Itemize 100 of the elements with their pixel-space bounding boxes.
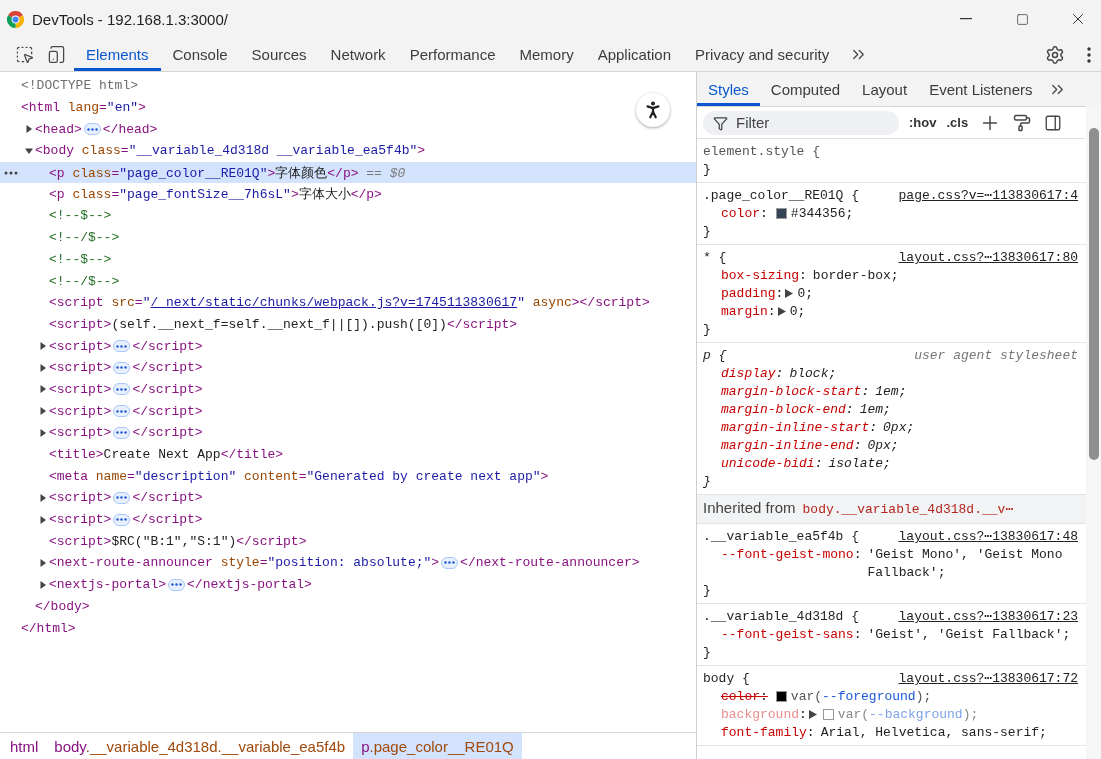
collapsed-content-button[interactable] <box>441 556 459 569</box>
color-swatch[interactable] <box>775 691 787 702</box>
closing-brace: } <box>703 644 712 662</box>
disclosure-triangle-icon[interactable] <box>38 406 48 417</box>
panel-tab[interactable]: Memory <box>507 38 586 71</box>
source-link[interactable]: layout.css?⋯13830617:48 <box>898 528 1078 546</box>
sidebar-tab[interactable]: Layout <box>851 72 919 106</box>
css-property: margin-block-end: <box>721 401 854 419</box>
disclosure-triangle-icon[interactable] <box>38 579 48 590</box>
css-value: 'Geist Mono', 'Geist Mono Fallback'; <box>867 546 1064 582</box>
dom-node-text: <script> <box>49 403 112 419</box>
scrollbar[interactable] <box>1086 106 1101 759</box>
filter-icon <box>713 115 728 131</box>
collapsed-content-button[interactable] <box>113 513 131 526</box>
sidebar-tab[interactable]: Computed <box>759 72 852 106</box>
sidebar-tab[interactable]: Styles <box>697 72 760 106</box>
dom-node-text: <!--$--> <box>49 251 112 267</box>
filter-field[interactable]: Filter <box>703 110 899 135</box>
css-selector: * { <box>703 249 727 267</box>
panel-tab[interactable]: Privacy and security <box>683 38 842 71</box>
css-selector: element.style { <box>703 143 821 161</box>
panel-tab[interactable]: Sources <box>239 38 319 71</box>
css-value: 0px; <box>867 437 900 455</box>
css-property: box-sizing: <box>721 267 807 285</box>
panel-tab[interactable]: Elements <box>74 38 161 71</box>
dom-node-text: <script> <box>49 338 112 354</box>
stylesheet-origin: user agent stylesheet <box>914 347 1078 365</box>
css-property: --font-geist-mono: <box>721 546 862 564</box>
breadcrumb[interactable]: p.page_color__RE01Q <box>353 733 522 759</box>
css-value: border-box; <box>812 267 900 285</box>
closing-tag: </body> <box>35 598 90 614</box>
closing-tag: </next-route-announcer> <box>460 555 640 571</box>
css-property: margin: <box>721 303 776 321</box>
dom-node-text: <meta name="description" content="Generated by create next app"> <box>49 468 549 484</box>
panel-tab[interactable]: Performance <box>397 38 508 71</box>
closing-brace: } <box>703 473 712 491</box>
breadcrumb[interactable]: body.__variable_4d318d.__variable_ea5f4b <box>46 733 354 759</box>
minimize-icon <box>960 18 972 20</box>
disclosure-triangle-icon[interactable] <box>38 557 48 568</box>
color-swatch[interactable] <box>822 709 834 720</box>
closing-brace: } <box>703 161 712 179</box>
css-value: isolate; <box>828 455 892 473</box>
dom-node-text: <script> <box>49 490 112 506</box>
closing-tag: </script> <box>132 360 203 376</box>
color-swatch[interactable] <box>775 208 787 219</box>
collapsed-content-button[interactable] <box>113 405 131 418</box>
source-link[interactable]: layout.css?⋯13830617:72 <box>898 670 1078 688</box>
css-property: color: <box>721 688 768 706</box>
css-value: 0px; <box>883 419 916 437</box>
dom-node-text: <script> <box>49 360 112 376</box>
collapsed-content-button[interactable] <box>113 491 131 504</box>
selected-node-row[interactable]: <p class="page_color__RE01Q">字体颜色</p> == $0 <box>0 161 696 184</box>
settings-icon <box>1045 44 1065 65</box>
collapsed-content-button[interactable] <box>113 361 131 374</box>
ellipsis-icon <box>86 127 98 131</box>
panel-tab[interactable]: Console <box>160 38 240 71</box>
script-src-link[interactable]: /_next/static/chunks/webpack.js?v=1745113830617 <box>150 295 518 311</box>
more-dots-icon[interactable] <box>4 170 18 175</box>
dom-node-text: <head> <box>35 121 82 137</box>
sidebar-tab[interactable]: Event Listeners <box>918 72 1044 106</box>
disclosure-triangle-icon[interactable] <box>38 492 48 503</box>
disclosure-triangle-icon[interactable] <box>24 124 34 135</box>
closing-tag: </script> <box>132 490 203 506</box>
state-toggle-button[interactable]: .cls <box>942 115 973 130</box>
dom-node-text: <script src="/_next/static/chunks/webpack.js?v=1745113830617" async></script> <box>49 295 650 311</box>
inherited-node-link[interactable]: body.__variable_4d318d.__v⋯ <box>802 501 1014 519</box>
collapsed-content-button[interactable] <box>113 340 131 353</box>
dom-node-text: <!--/$--> <box>49 273 120 289</box>
source-link[interactable]: layout.css?⋯13830617:80 <box>898 249 1078 267</box>
css-property: margin-inline-end: <box>721 437 862 455</box>
disclosure-triangle-icon[interactable] <box>38 362 48 373</box>
collapsed-content-button[interactable] <box>113 383 131 396</box>
expand-arrow-icon[interactable] <box>777 307 786 316</box>
collapsed-content-button[interactable] <box>168 578 186 591</box>
expand-arrow-icon[interactable] <box>785 289 794 298</box>
disclosure-triangle-icon[interactable] <box>38 384 48 395</box>
ellipsis-icon <box>116 409 128 413</box>
css-value: 0; <box>797 285 815 303</box>
source-link[interactable]: page.css?v=⋯113830617:4 <box>898 187 1078 205</box>
ellipsis-icon <box>116 387 128 391</box>
disclosure-triangle-icon[interactable] <box>38 514 48 525</box>
disclosure-triangle-icon[interactable] <box>38 427 48 438</box>
breadcrumb[interactable]: html <box>2 733 47 759</box>
expand-arrow-icon[interactable] <box>808 710 817 719</box>
disclosure-triangle-icon[interactable] <box>38 341 48 352</box>
css-selector: p { <box>703 347 727 365</box>
collapsed-content-button[interactable] <box>83 123 101 136</box>
closing-tag: </nextjs-portal> <box>187 577 312 593</box>
panel-tab[interactable]: Application <box>585 38 684 71</box>
closing-tag: </script> <box>132 425 203 441</box>
accessibility-tree-button[interactable] <box>636 93 670 127</box>
dom-node-text: <script> <box>49 381 112 397</box>
panel-tab[interactable]: Network <box>318 38 398 71</box>
dom-node-text: <html lang="en"> <box>21 100 146 116</box>
closing-tag: </script> <box>132 512 203 528</box>
collapsed-content-button[interactable] <box>113 426 131 439</box>
css-value: 1em; <box>875 383 908 401</box>
source-link[interactable]: layout.css?⋯13830617:23 <box>898 608 1078 626</box>
dom-node-text: <nextjs-portal> <box>49 577 167 593</box>
state-toggle-button[interactable]: :hov <box>905 115 941 130</box>
